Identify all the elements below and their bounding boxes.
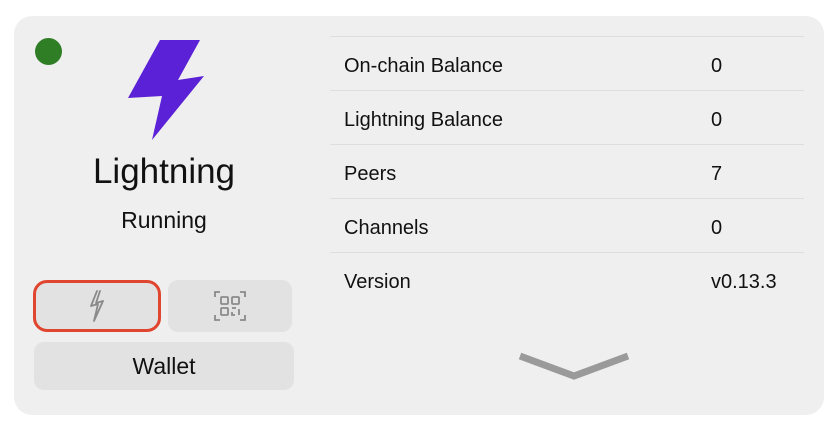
info-label: On-chain Balance [344, 55, 503, 77]
info-label: Channels [344, 217, 429, 239]
info-label: Version [344, 271, 411, 293]
lightning-action-button[interactable] [33, 280, 161, 332]
info-row-channels: Channels 0 [330, 198, 804, 252]
status-indicator-dot [35, 38, 62, 65]
info-value: 0 [711, 109, 723, 131]
info-row-version: Version v0.13.3 [330, 252, 804, 306]
info-row-onchain-balance: On-chain Balance 0 [330, 36, 804, 90]
info-table: On-chain Balance 0 Lightning Balance 0 P… [330, 36, 804, 306]
qr-scan-button[interactable] [168, 280, 292, 332]
info-row-lightning-balance: Lightning Balance 0 [330, 90, 804, 144]
wallet-button[interactable]: Wallet [34, 342, 294, 390]
app-name: Lightning [92, 152, 236, 191]
chevron-down-icon[interactable] [516, 350, 632, 382]
info-value: 0 [711, 217, 723, 239]
app-status-text: Running [121, 207, 207, 233]
lightning-logo-icon [122, 38, 206, 142]
info-value: 7 [711, 163, 723, 185]
info-label: Peers [344, 163, 397, 185]
info-value: 0 [711, 55, 723, 77]
lightning-bolt-icon [87, 290, 107, 322]
qr-scan-icon [213, 290, 247, 322]
app-card: Lightning Running Wallet On-chain Balanc… [14, 16, 824, 415]
info-label: Lightning Balance [344, 109, 504, 131]
info-row-peers: Peers 7 [330, 144, 804, 198]
info-value: v0.13.3 [711, 271, 777, 293]
